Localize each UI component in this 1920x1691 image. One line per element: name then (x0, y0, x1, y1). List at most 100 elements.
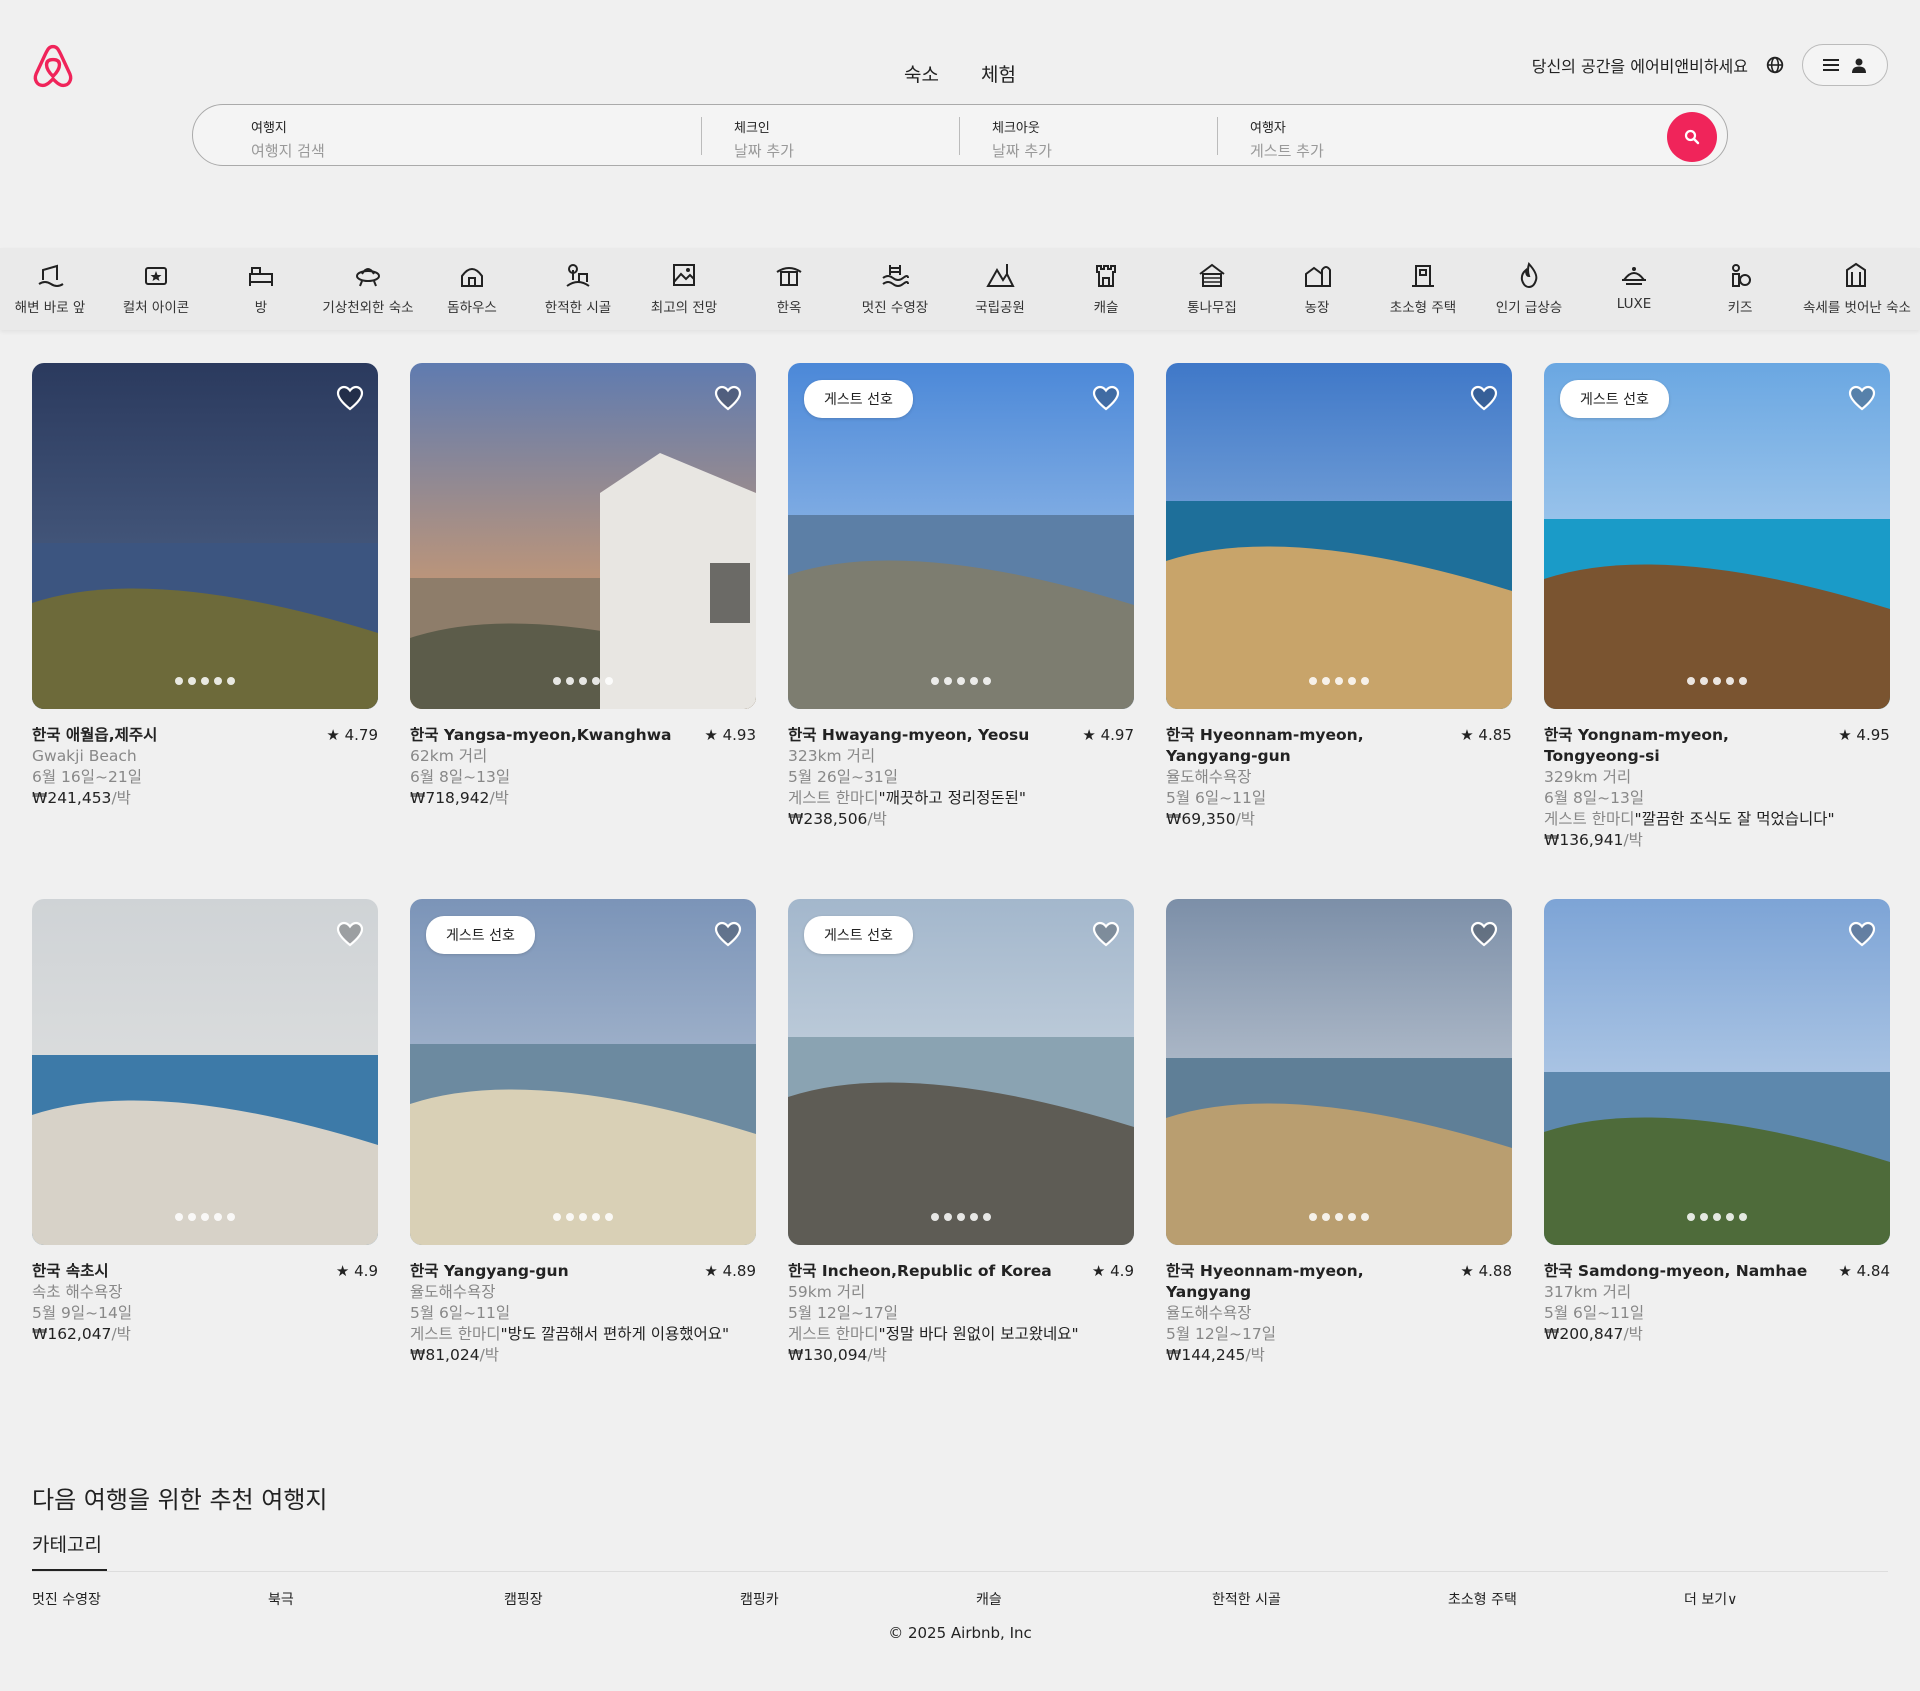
photo-pagination-dots[interactable] (788, 1206, 1134, 1225)
listing-card[interactable]: 게스트 선호한국 Yongnam-myeon, Tongyeong-si ★ 4.… (1544, 363, 1890, 851)
photo-pagination-dots[interactable] (1544, 1206, 1890, 1225)
photo-pagination-dots[interactable] (32, 1206, 378, 1225)
category-rooms[interactable]: 방 (208, 260, 314, 316)
show-more-link[interactable]: 더 보기∨ (1684, 1589, 1737, 1609)
category-tiny-homes[interactable]: 초소형 주택 (1370, 260, 1476, 316)
listing-card[interactable]: 게스트 선호 한국 Hwayang-myeon, Yeosu ★ 4.97 323km… (788, 363, 1134, 830)
review-quote: "깔끔한 조식도 잘 먹었습니다" (1634, 810, 1835, 828)
heart-icon[interactable] (336, 385, 364, 411)
search-icon (1684, 129, 1700, 145)
heart-icon[interactable] (336, 921, 364, 947)
photo-pagination-dots[interactable] (1544, 670, 1890, 689)
category-dome[interactable]: 돔하우스 (419, 260, 525, 316)
listing-card[interactable]: 한국 애월읍,제주시 ★ 4.79 Gwakji Beach 6월 16일~21일 ₩2… (32, 363, 378, 809)
listing-photo[interactable] (1544, 899, 1890, 1245)
recommendation-link[interactable]: 캐슬 (976, 1589, 1002, 1609)
listing-photo[interactable] (410, 363, 756, 709)
heart-icon[interactable] (1470, 921, 1498, 947)
host-link[interactable]: 당신의 공간을 에어비앤비하세요 (1532, 53, 1748, 77)
listing-card[interactable]: 한국 Hyeonnam-myeon, Yangyang-gun ★ 4.85 율도해… (1166, 363, 1512, 830)
search-button[interactable] (1667, 112, 1717, 162)
tab-categories[interactable]: 카테고리 (32, 1530, 102, 1557)
checkin-field[interactable]: 체크인 날짜 추가 (734, 117, 794, 161)
listing-card[interactable]: 한국 속초시 ★ 4.9 속초 해수욕장 5월 9일~14일 ₩162,047/박 (32, 899, 378, 1345)
listing-dates: 5월 6일~11일 (1544, 1304, 1645, 1322)
listing-rating: ★ 4.9 (335, 1262, 378, 1280)
recommendation-link[interactable]: 멋진 수영장 (32, 1589, 101, 1609)
category-hanok[interactable]: 한옥 (736, 260, 842, 316)
listing-info: 한국 속초시 ★ 4.9 속초 해수욕장 5월 9일~14일 ₩162,047/박 (32, 1261, 378, 1345)
category-farms[interactable]: 농장 (1264, 260, 1370, 316)
checkout-field[interactable]: 체크아웃 날짜 추가 (992, 117, 1052, 161)
listing-photo[interactable] (32, 363, 378, 709)
photo-pagination-dots[interactable] (410, 670, 756, 689)
recommendation-link[interactable]: 한적한 시골 (1212, 1589, 1281, 1609)
category-icons[interactable]: 컬처 아이콘 (103, 260, 209, 316)
listing-card[interactable]: 한국 Samdong-myeon, Namhae ★ 4.84 317km 거리 5월… (1544, 899, 1890, 1345)
user-icon (1852, 58, 1866, 73)
checkout-label: 체크아웃 (992, 121, 1040, 136)
category-unique[interactable]: 기상천외한 숙소 (315, 260, 421, 316)
recommendation-link[interactable]: 초소형 주택 (1448, 1589, 1517, 1609)
where-label: 여행지 (251, 121, 287, 136)
heart-icon[interactable] (1092, 921, 1120, 947)
listing-photo[interactable]: 게스트 선호 (410, 899, 756, 1245)
heart-icon[interactable] (1848, 385, 1876, 411)
globe-icon[interactable] (1766, 56, 1784, 74)
category-castles[interactable]: 캐슬 (1053, 260, 1159, 316)
listing-dates: 5월 12일~17일 (788, 1304, 899, 1322)
photo-pagination-dots[interactable] (410, 1206, 756, 1225)
photo-pagination-dots[interactable] (788, 670, 1134, 689)
recommendation-link[interactable]: 캠핑카 (740, 1589, 779, 1609)
listing-photo[interactable] (1166, 363, 1512, 709)
category-cabins[interactable]: 통나무집 (1159, 260, 1265, 316)
listing-price: ₩144,245/박 (1166, 1345, 1512, 1366)
listing-photo[interactable]: 게스트 선호 (1544, 363, 1890, 709)
price-unit: /박 (867, 1346, 887, 1364)
listing-photo[interactable] (1166, 899, 1512, 1245)
listing-photo[interactable] (32, 899, 378, 1245)
listing-card[interactable]: 한국 Yangsa-myeon,Kwanghwa ★ 4.93 62km 거리 6월 … (410, 363, 756, 809)
user-menu-button[interactable] (1802, 44, 1888, 86)
listing-card[interactable]: 게스트 선호 한국 Incheon,Republic of Korea ★ 4.9 5… (788, 899, 1134, 1366)
category-label: 키즈 (1727, 300, 1753, 316)
national-park-icon (986, 264, 1015, 287)
menu-icon (1823, 59, 1839, 71)
guests-field[interactable]: 여행자 게스트 추가 (1250, 117, 1324, 161)
listing-card[interactable]: 한국 Hyeonnam-myeon, Yangyang ★ 4.88 율도해수욕장 5… (1166, 899, 1512, 1366)
category-kids[interactable]: 키즈 (1687, 260, 1793, 316)
heart-icon[interactable] (1092, 385, 1120, 411)
heart-icon[interactable] (714, 385, 742, 411)
price-unit: /박 (1623, 1325, 1643, 1343)
recommendation-link[interactable]: 북극 (268, 1589, 294, 1609)
photo-pagination-dots[interactable] (32, 670, 378, 689)
category-label: 기상천외한 숙소 (322, 300, 414, 316)
category-luxe[interactable]: LUXE (1581, 260, 1687, 312)
price-amount: ₩238,506 (788, 810, 868, 828)
photo-pagination-dots[interactable] (1166, 670, 1512, 689)
heart-icon[interactable] (1470, 385, 1498, 411)
category-off-grid[interactable]: 속세를 벗어난 숙소 (1803, 260, 1911, 316)
listing-card[interactable]: 게스트 선호한국 Yangyang-gun ★ 4.89 율도해수욕장 5월 6일~1… (410, 899, 756, 1366)
recommendation-link[interactable]: 캠핑장 (504, 1589, 543, 1609)
listing-location: 한국 속초시 (32, 1262, 109, 1280)
category-trending[interactable]: 인기 급상승 (1476, 260, 1582, 316)
checkout-placeholder: 날짜 추가 (992, 142, 1052, 160)
category-national-parks[interactable]: 국립공원 (947, 260, 1053, 316)
heart-icon[interactable] (1848, 921, 1876, 947)
listing-info: 한국 Yangyang-gun ★ 4.89 율도해수욕장 5월 6일~11일 게스트 … (410, 1261, 756, 1366)
listing-info: 한국 Samdong-myeon, Namhae ★ 4.84 317km 거리 5월… (1544, 1261, 1890, 1345)
listing-photo[interactable]: 게스트 선호 (788, 899, 1134, 1245)
listing-info: 한국 Yongnam-myeon, Tongyeong-si ★ 4.95 329k… (1544, 725, 1890, 851)
category-beachfront[interactable]: 해변 바로 앞 (0, 260, 103, 316)
category-views[interactable]: 최고의 전망 (631, 260, 737, 316)
heart-icon[interactable] (714, 921, 742, 947)
photo-pagination-dots[interactable] (1166, 1206, 1512, 1225)
category-countryside[interactable]: 한적한 시골 (525, 260, 631, 316)
listing-photo[interactable]: 게스트 선호 (788, 363, 1134, 709)
category-pools[interactable]: 멋진 수영장 (842, 260, 948, 316)
tab-stays[interactable]: 숙소 (904, 60, 939, 87)
where-field[interactable]: 여행지 여행지 검색 (251, 117, 325, 161)
listing-dates: 5월 6일~11일 (410, 1304, 511, 1322)
tab-experiences[interactable]: 체험 (981, 60, 1016, 87)
